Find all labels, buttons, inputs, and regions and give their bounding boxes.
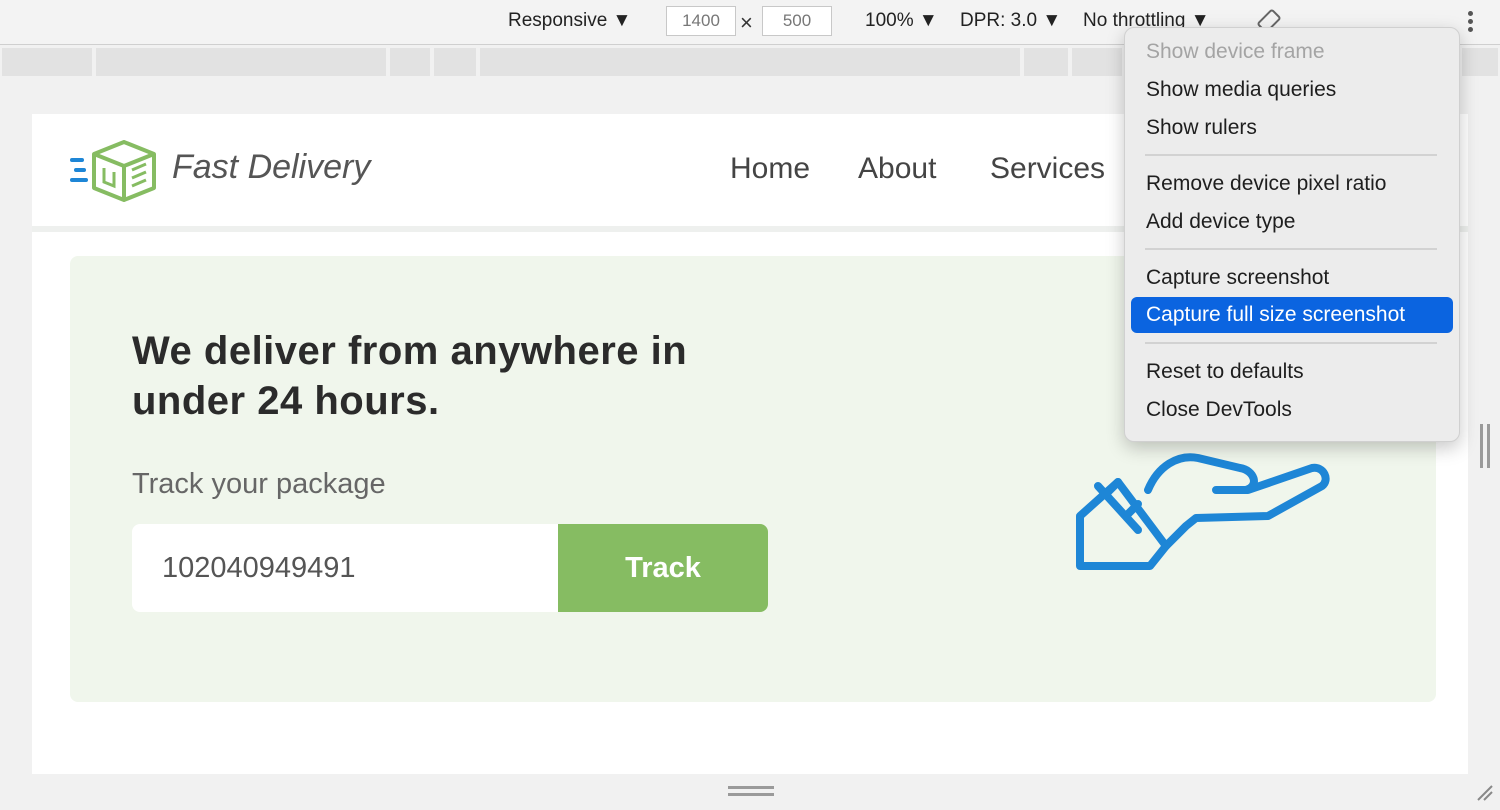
nav-about[interactable]: About (858, 152, 936, 186)
menu-item-close-devtools[interactable]: Close DevTools (1131, 392, 1453, 428)
menu-item-capture-full-size-screenshot[interactable]: Capture full size screenshot (1131, 297, 1453, 333)
device-selector[interactable]: Responsive ▼ (508, 10, 631, 32)
media-query-segment[interactable] (434, 48, 476, 76)
resize-handle-right[interactable] (1480, 424, 1492, 468)
dpr-selector[interactable]: DPR: 3.0 ▼ (960, 10, 1061, 32)
nav-home[interactable]: Home (730, 152, 810, 186)
track-label: Track your package (132, 468, 386, 500)
width-input[interactable]: 1400 (666, 6, 736, 36)
dimension-separator: × (740, 10, 753, 35)
brand-name[interactable]: Fast Delivery (172, 148, 370, 187)
resize-corner-icon[interactable] (1474, 782, 1494, 802)
media-query-segment[interactable] (2, 48, 92, 76)
media-query-segment[interactable] (1462, 48, 1498, 76)
menu-item-reset-defaults[interactable]: Reset to defaults (1131, 354, 1453, 390)
media-query-segment[interactable] (1024, 48, 1068, 76)
menu-item-show-device-frame: Show device frame (1146, 40, 1325, 63)
menu-separator (1145, 248, 1437, 250)
tracking-number-input[interactable] (132, 524, 558, 612)
height-input[interactable]: 500 (762, 6, 832, 36)
menu-item-add-device-type[interactable]: Add device type (1131, 204, 1453, 240)
menu-separator (1145, 154, 1437, 156)
media-query-segment[interactable] (96, 48, 386, 76)
menu-item-remove-dpr[interactable]: Remove device pixel ratio (1131, 166, 1453, 202)
media-query-segment[interactable] (480, 48, 1020, 76)
media-query-segment[interactable] (1072, 48, 1122, 76)
device-toolbar-menu: Show device frame Show media queries Sho… (1124, 27, 1460, 442)
hand-box-illustration-icon (1076, 453, 1330, 570)
box-logo-icon[interactable] (70, 140, 158, 204)
menu-item-show-media-queries[interactable]: Show media queries (1131, 72, 1453, 108)
resize-handle-bottom[interactable] (728, 786, 774, 798)
track-button[interactable]: Track (558, 524, 768, 612)
more-options-icon[interactable] (1462, 8, 1478, 38)
menu-item-capture-screenshot[interactable]: Capture screenshot (1131, 260, 1453, 296)
menu-item-show-rulers[interactable]: Show rulers (1131, 110, 1453, 146)
zoom-selector[interactable]: 100% ▼ (865, 10, 938, 32)
media-query-segment[interactable] (390, 48, 430, 76)
menu-separator (1145, 342, 1437, 344)
nav-services[interactable]: Services (990, 152, 1105, 186)
hero-title: We deliver from anywhere in under 24 hou… (132, 329, 688, 423)
